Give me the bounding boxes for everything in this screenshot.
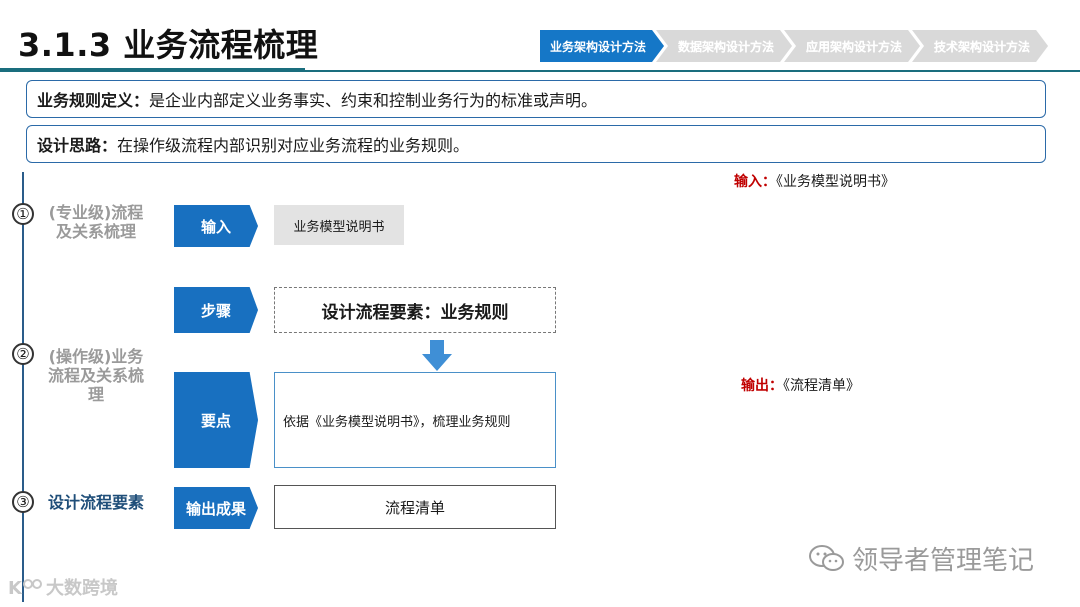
down-arrow-icon — [422, 340, 452, 371]
step-tag: 步骤 — [174, 287, 258, 333]
input-note-key: 输入： — [734, 174, 776, 190]
points-content: 依据《业务模型说明书》，梳理业务规则 — [274, 372, 556, 468]
phase-1-marker: ① — [12, 203, 34, 225]
corner-logo: K 大数跨境 — [8, 574, 118, 600]
output-note-value: 《流程清单》 — [783, 378, 860, 394]
definition-key: 业务规则定义： — [37, 91, 150, 110]
input-note-value: 《业务模型说明书》 — [776, 174, 895, 190]
brand-logo-icon: K — [8, 578, 42, 598]
phase-3-label: 设计流程要素 — [47, 493, 144, 512]
nav-tab-technology-architecture[interactable]: 技术架构设计方法 — [912, 30, 1048, 62]
output-tag: 输出成果 — [174, 487, 258, 529]
design-key: 设计思路： — [37, 136, 118, 155]
definition-box: 业务规则定义： 是企业内部定义业务事实、约束和控制业务行为的标准或声明。 — [26, 80, 1046, 118]
definition-text: 是企业内部定义业务事实、约束和控制业务行为的标准或声明。 — [149, 91, 598, 110]
design-idea-box: 设计思路： 在操作级流程内部识别对应业务流程的业务规则。 — [26, 125, 1046, 163]
nav-tab-application-architecture[interactable]: 应用架构设计方法 — [784, 30, 920, 62]
phase-3-marker: ③ — [12, 491, 34, 513]
phase-1-label: (专业级)流程及关系梳理 — [48, 203, 144, 241]
corner-logo-text: 大数跨境 — [46, 578, 118, 599]
timeline-line — [22, 172, 24, 602]
input-note: 输入：《业务模型说明书》 — [734, 171, 895, 191]
design-text: 在操作级流程内部识别对应业务流程的业务规则。 — [117, 136, 470, 155]
svg-text:K: K — [8, 578, 23, 598]
title-underline — [0, 68, 305, 72]
points-tag: 要点 — [174, 372, 258, 468]
phase-2-label: (操作级)业务流程及关系梳理 — [47, 347, 144, 404]
nav-tab-business-architecture[interactable]: 业务架构设计方法 — [540, 30, 664, 62]
input-content: 业务模型说明书 — [274, 205, 404, 245]
output-note-key: 输出： — [741, 378, 783, 394]
watermark-text: 领导者管理笔记 — [852, 546, 1035, 576]
output-content: 流程清单 — [274, 485, 556, 529]
page-title: 3.1.3 业务流程梳理 — [18, 26, 319, 64]
step-content: 设计流程要素：业务规则 — [274, 287, 556, 333]
wechat-watermark: 领导者管理笔记 — [808, 540, 1034, 577]
output-note: 输出：《流程清单》 — [741, 375, 860, 395]
nav-tab-data-architecture[interactable]: 数据架构设计方法 — [656, 30, 792, 62]
phase-2-marker: ② — [12, 343, 34, 365]
input-tag: 输入 — [174, 205, 258, 247]
wechat-icon — [809, 544, 844, 571]
method-nav: 业务架构设计方法 数据架构设计方法 应用架构设计方法 技术架构设计方法 — [540, 30, 1040, 62]
